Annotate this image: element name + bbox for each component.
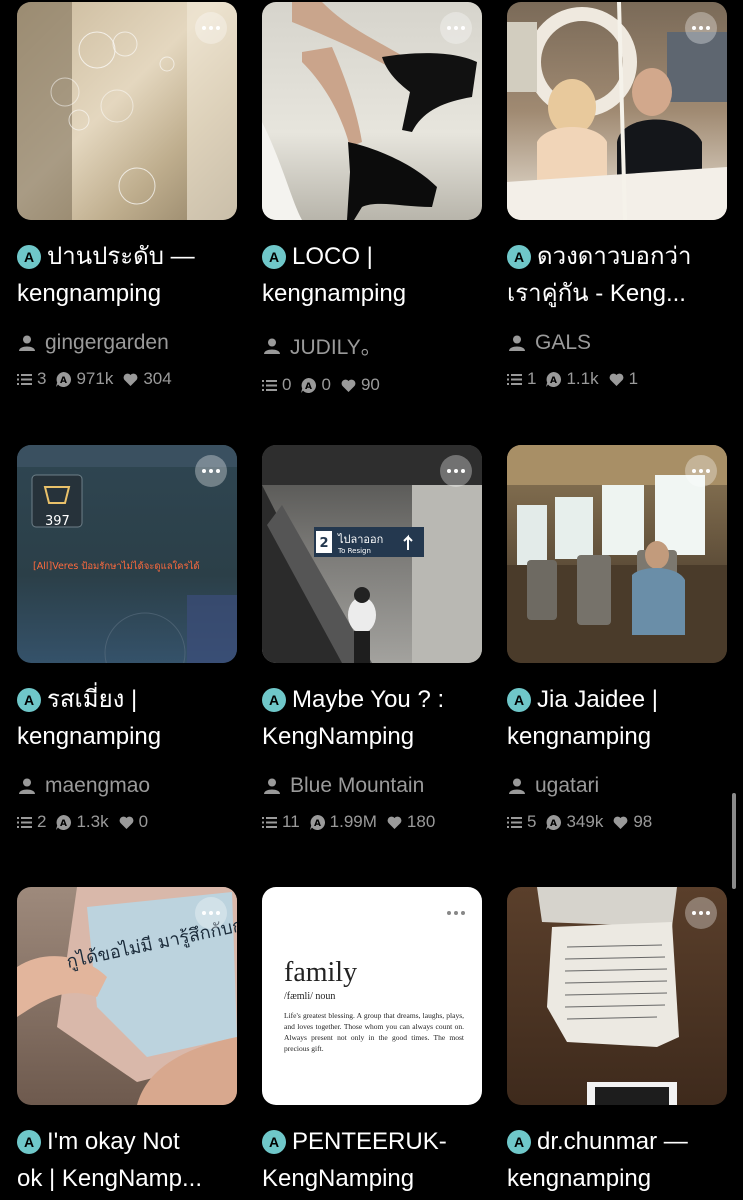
list-icon bbox=[262, 379, 277, 391]
heart-icon bbox=[341, 379, 356, 392]
story-card[interactable]: กูได้ขอไม่มี มารู้สึกกับกูมั้ย A I'm okay… bbox=[17, 887, 237, 1197]
dictionary-card: family /fæmli/ noun Life's greatest bles… bbox=[284, 957, 464, 1054]
a-badge-icon: A bbox=[262, 688, 286, 712]
person-icon bbox=[264, 778, 280, 794]
story-stats: 0 A0 90 bbox=[262, 375, 482, 395]
dictionary-definition: Life's greatest blessing. A group that d… bbox=[284, 1011, 464, 1053]
svg-text:A: A bbox=[550, 819, 557, 829]
reads-icon: A bbox=[56, 814, 72, 830]
reads-icon: A bbox=[309, 814, 325, 830]
list-icon bbox=[262, 816, 277, 828]
story-card[interactable]: A LOCO | kengnamping JUDILY。 0 A0 90 bbox=[262, 2, 482, 395]
person-icon bbox=[509, 335, 525, 351]
heart-icon bbox=[119, 816, 134, 829]
heart-icon bbox=[387, 816, 402, 829]
heart-icon bbox=[609, 373, 624, 386]
svg-text:A: A bbox=[314, 819, 321, 829]
story-card[interactable]: A ปานประดับ — kengnamping gingergarden 3 … bbox=[17, 2, 237, 389]
dictionary-word: family bbox=[284, 957, 358, 988]
list-icon bbox=[507, 373, 522, 385]
story-author[interactable]: ugatari bbox=[507, 774, 727, 798]
reads-icon: A bbox=[546, 814, 562, 830]
a-badge-icon: A bbox=[262, 1130, 286, 1154]
list-icon bbox=[507, 816, 522, 828]
person-icon bbox=[509, 778, 525, 794]
sign-thai: ไปลาออก bbox=[337, 533, 383, 546]
story-title[interactable]: A I'm okay Not ok | KengNamp... bbox=[17, 1123, 242, 1197]
more-options-button[interactable] bbox=[440, 12, 472, 44]
story-cover[interactable]: family /fæmli/ noun Life's greatest bles… bbox=[262, 887, 482, 1105]
heart-icon bbox=[123, 373, 138, 386]
story-cover[interactable] bbox=[507, 2, 727, 220]
more-options-button[interactable] bbox=[195, 12, 227, 44]
story-title[interactable]: A ปานประดับ — kengnamping bbox=[17, 238, 242, 312]
more-options-button[interactable] bbox=[685, 12, 717, 44]
sign-number: 2 bbox=[319, 536, 328, 551]
story-author[interactable]: gingergarden bbox=[17, 331, 237, 355]
story-title[interactable]: A รสเมี่ยง | kengnamping bbox=[17, 681, 242, 755]
reads-icon: A bbox=[301, 377, 317, 393]
story-author[interactable]: JUDILY。 bbox=[262, 331, 482, 361]
svg-text:A: A bbox=[550, 376, 557, 386]
story-title[interactable]: A ดวงดาวบอกว่า เราคู่กัน - Keng... bbox=[507, 238, 732, 312]
list-icon bbox=[17, 816, 32, 828]
story-author[interactable]: GALS bbox=[507, 331, 727, 355]
story-cover[interactable]: กูได้ขอไม่มี มารู้สึกกับกูมั้ย bbox=[17, 887, 237, 1105]
coin-count: 397 bbox=[45, 514, 70, 529]
person-icon bbox=[19, 335, 35, 351]
story-stats: 1 A 1.1k 1 bbox=[507, 369, 727, 389]
person-icon bbox=[19, 778, 35, 794]
story-author[interactable]: maengmao bbox=[17, 774, 237, 798]
sign-english: To Resign bbox=[337, 547, 371, 555]
story-title[interactable]: A Jia Jaidee | kengnamping bbox=[507, 681, 732, 755]
story-title[interactable]: A Maybe You ? : KengNamping bbox=[262, 681, 487, 755]
a-badge-icon: A bbox=[507, 1130, 531, 1154]
a-badge-icon: A bbox=[17, 688, 41, 712]
more-options-button[interactable] bbox=[440, 897, 472, 929]
reads-icon: A bbox=[546, 371, 562, 387]
story-author[interactable]: Blue Mountain bbox=[262, 774, 482, 798]
svg-text:A: A bbox=[60, 376, 67, 386]
more-options-button[interactable] bbox=[195, 897, 227, 929]
story-stats: 2 A 1.3k 0 bbox=[17, 812, 237, 832]
story-card[interactable]: 397 [All]Veres ป้อมรักษาไม่ได้จะดูแลใครไ… bbox=[17, 445, 237, 832]
story-stats: 3 A 971k 304 bbox=[17, 369, 237, 389]
story-cover[interactable]: 397 [All]Veres ป้อมรักษาไม่ได้จะดูแลใครไ… bbox=[17, 445, 237, 663]
svg-text:A: A bbox=[305, 382, 312, 392]
story-card[interactable]: A ดวงดาวบอกว่า เราคู่กัน - Keng... GALS 1… bbox=[507, 2, 727, 389]
list-icon bbox=[17, 373, 32, 385]
story-cover[interactable] bbox=[262, 2, 482, 220]
more-options-button[interactable] bbox=[195, 455, 227, 487]
story-card[interactable]: 2 ไปลาออก To Resign A Maybe You ? : KengN… bbox=[262, 445, 482, 832]
more-options-button[interactable] bbox=[440, 455, 472, 487]
person-icon bbox=[264, 338, 280, 354]
heart-icon bbox=[613, 816, 628, 829]
story-cover[interactable]: 2 ไปลาออก To Resign bbox=[262, 445, 482, 663]
svg-text:A: A bbox=[60, 819, 67, 829]
story-stats: 5 A 349k 98 bbox=[507, 812, 727, 832]
a-badge-icon: A bbox=[507, 688, 531, 712]
story-card[interactable]: family /fæmli/ noun Life's greatest bles… bbox=[262, 887, 482, 1197]
dictionary-phonetic: /fæmli/ noun bbox=[284, 991, 336, 1002]
story-title[interactable]: Adr.chunmar — kengnamping bbox=[507, 1123, 732, 1197]
a-badge-icon: A bbox=[17, 245, 41, 269]
story-cover[interactable] bbox=[507, 445, 727, 663]
chat-line: [All]Veres ป้อมรักษาไม่ได้จะดูแลใครได้ bbox=[33, 560, 200, 572]
scrollbar[interactable] bbox=[732, 793, 736, 889]
story-cover[interactable] bbox=[17, 2, 237, 220]
a-badge-icon: A bbox=[262, 245, 286, 269]
story-card[interactable]: A Jia Jaidee | kengnamping ugatari 5 A 349… bbox=[507, 445, 727, 832]
story-card[interactable]: Adr.chunmar — kengnamping bbox=[507, 887, 727, 1197]
reads-icon: A bbox=[56, 371, 72, 387]
story-cover[interactable] bbox=[507, 887, 727, 1105]
story-title[interactable]: A LOCO | kengnamping bbox=[262, 238, 487, 312]
story-title[interactable]: A PENTEERUK- KengNamping bbox=[262, 1123, 487, 1197]
more-options-button[interactable] bbox=[685, 897, 717, 929]
a-badge-icon: A bbox=[507, 245, 531, 269]
a-badge-icon: A bbox=[17, 1130, 41, 1154]
more-options-button[interactable] bbox=[685, 455, 717, 487]
story-stats: 11 A 1.99M 180 bbox=[262, 812, 482, 832]
